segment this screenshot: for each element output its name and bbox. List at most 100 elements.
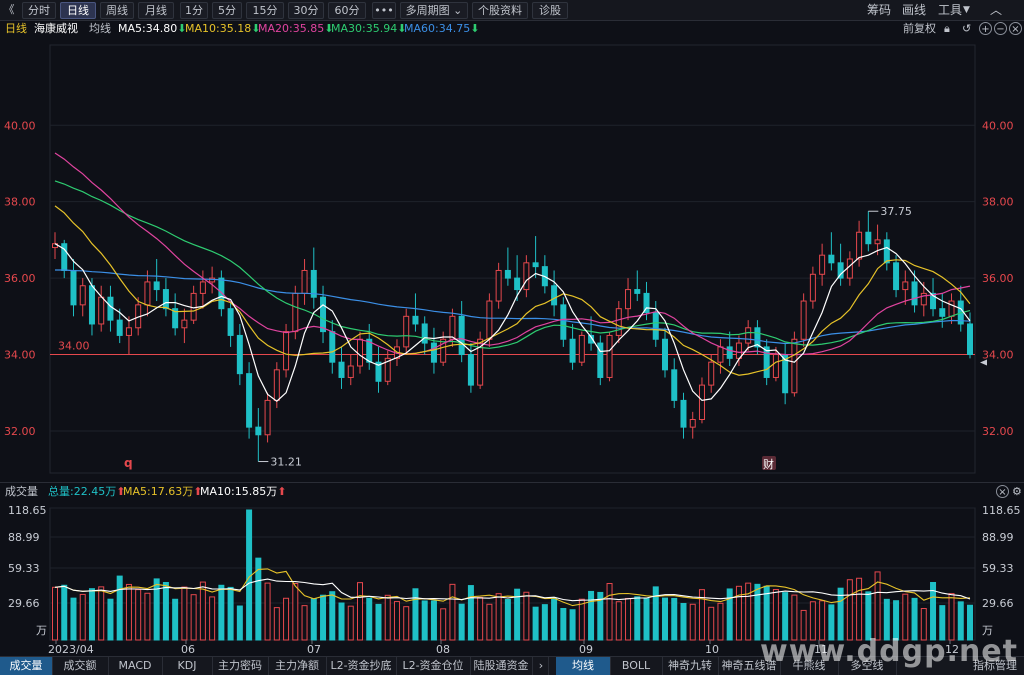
- tab-diagnosis[interactable]: 诊股: [532, 2, 568, 19]
- tab-5min[interactable]: 5分: [212, 2, 242, 19]
- zoom-out-icon[interactable]: −: [994, 22, 1007, 35]
- y-tick-label-left: 32.00: [4, 425, 36, 438]
- indicator-tab-5[interactable]: 主力净额: [268, 657, 327, 675]
- candle-body: [320, 296, 327, 333]
- volume-bar: [652, 586, 659, 641]
- tab-15min[interactable]: 15分: [246, 2, 284, 19]
- volume-bar: [347, 605, 354, 641]
- down-arrow-icon: ⬇: [470, 22, 480, 35]
- candle-body: [283, 331, 290, 371]
- candle-body: [763, 346, 770, 378]
- chevron-up-icon[interactable]: ︿: [990, 2, 1002, 18]
- close-icon[interactable]: ×: [1009, 22, 1022, 35]
- indicator-tab-6[interactable]: L2-资金抄底: [326, 657, 397, 675]
- volume-bar: [61, 584, 68, 641]
- volume-y-tick-left: 118.65: [8, 504, 47, 517]
- tab-monthly[interactable]: 月线: [138, 2, 174, 19]
- indicator-tab-3[interactable]: KDJ: [162, 657, 213, 675]
- volume-y-tick-left: 29.66: [8, 597, 40, 610]
- back-chevron-icon[interactable]: 《: [2, 2, 16, 17]
- candle-body: [615, 308, 622, 336]
- tab-60min[interactable]: 60分: [328, 2, 366, 19]
- volume-bar: [301, 605, 308, 641]
- candle-body: [680, 399, 687, 428]
- volume-bar: [310, 598, 317, 641]
- volume-bar: [504, 599, 511, 641]
- kline-chart[interactable]: 32.00 32.00 34.00 34.00 36.00 36.00 38.00 38.00…: [0, 37, 1024, 481]
- ma10-value: MA10:35.18⬇: [185, 22, 261, 35]
- tab-daily[interactable]: 日线: [60, 2, 96, 19]
- volume-chart[interactable]: 118.65 118.65 88.99 88.99 59.33 59.33 29.66 29.…: [0, 500, 1024, 656]
- ma60-value: MA60:34.75⬇: [404, 22, 480, 35]
- candle-body: [551, 285, 558, 306]
- volume-bar: [440, 608, 447, 641]
- chips-button[interactable]: 筹码: [867, 2, 891, 18]
- indicator-tab-1[interactable]: 成交额: [52, 657, 109, 675]
- reset-icon[interactable]: ↺: [962, 20, 971, 37]
- tab-intraday[interactable]: 分时: [22, 2, 56, 19]
- draw-line-button[interactable]: 画线: [902, 2, 926, 18]
- candle-body: [495, 269, 502, 302]
- volume-bar: [458, 603, 465, 641]
- candle-body: [634, 289, 641, 294]
- candle-body: [421, 323, 428, 344]
- multi-period-dropdown[interactable]: 多周期图 ⌄: [400, 2, 468, 19]
- candle-body: [523, 262, 530, 291]
- candle-body: [569, 338, 576, 363]
- overlay-tab-0[interactable]: 均线: [556, 657, 611, 675]
- candle-body: [717, 346, 724, 363]
- tools-dropdown-chevron-icon[interactable]: ▼: [963, 2, 970, 18]
- tools-menu-button[interactable]: 工具: [938, 2, 962, 18]
- overlay-tab-2[interactable]: 神奇九转: [662, 657, 719, 675]
- tab-30min[interactable]: 30分: [288, 2, 324, 19]
- volume-bar: [412, 588, 419, 641]
- volume-bar: [634, 596, 641, 641]
- volume-bar: [98, 586, 105, 641]
- indicator-tab-2[interactable]: MACD: [108, 657, 163, 675]
- volume-bar: [236, 605, 243, 641]
- candle-body: [190, 292, 197, 321]
- tab-1min[interactable]: 1分: [180, 2, 208, 19]
- y-tick-label-left: 38.00: [4, 196, 36, 209]
- candle-body: [70, 269, 77, 306]
- volume-y-tick-right: 88.99: [982, 531, 1014, 544]
- volume-bar: [227, 586, 234, 641]
- indicator-tab-0[interactable]: 成交量: [0, 657, 53, 675]
- lock-icon[interactable]: 🔒︎: [944, 20, 950, 37]
- ma20-value: MA20:35.85⬇: [258, 22, 334, 35]
- close-volume-icon[interactable]: ×: [996, 485, 1009, 498]
- volume-bar: [754, 583, 761, 641]
- high-price-label: 37.75: [880, 205, 912, 218]
- tab-weekly[interactable]: 周线: [100, 2, 134, 19]
- candle-body: [846, 258, 853, 279]
- tabs-scroll-right-icon[interactable]: ›: [534, 657, 549, 675]
- volume-bar: [569, 609, 576, 641]
- indicator-type[interactable]: 均线: [89, 20, 111, 37]
- volume-bar: [772, 589, 779, 641]
- indicator-tab-4[interactable]: 主力密码: [212, 657, 269, 675]
- volume-bar: [162, 581, 169, 641]
- ma30-value: MA30:35.94⬇: [331, 22, 407, 35]
- candle-body: [967, 323, 973, 356]
- q-marker-icon: q: [124, 456, 133, 470]
- tab-stock-profile[interactable]: 个股资料: [472, 2, 528, 19]
- candle-body: [819, 254, 826, 275]
- volume-y-tick-right: 118.65: [982, 504, 1021, 517]
- candle-body: [902, 281, 909, 291]
- candle-body: [412, 315, 419, 325]
- indicator-tab-7[interactable]: L2-资金仓位: [396, 657, 471, 675]
- adjust-mode-button[interactable]: 前复权: [903, 20, 936, 37]
- zoom-in-icon[interactable]: +: [979, 22, 992, 35]
- candle-body: [865, 231, 872, 245]
- volume-bar: [70, 597, 77, 641]
- volume-bar: [421, 600, 428, 641]
- candle-body: [514, 277, 521, 291]
- indicator-tab-8[interactable]: 陆股通资金: [470, 657, 533, 675]
- candle-body: [98, 296, 105, 325]
- overlay-tab-1[interactable]: BOLL: [610, 657, 663, 675]
- volume-y-tick-left: 88.99: [8, 531, 40, 544]
- settings-gear-icon[interactable]: ⚙: [1012, 483, 1022, 500]
- more-periods-button[interactable]: •••: [372, 2, 396, 19]
- x-tick-label: 2023/04: [48, 643, 94, 656]
- candle-body: [560, 304, 567, 340]
